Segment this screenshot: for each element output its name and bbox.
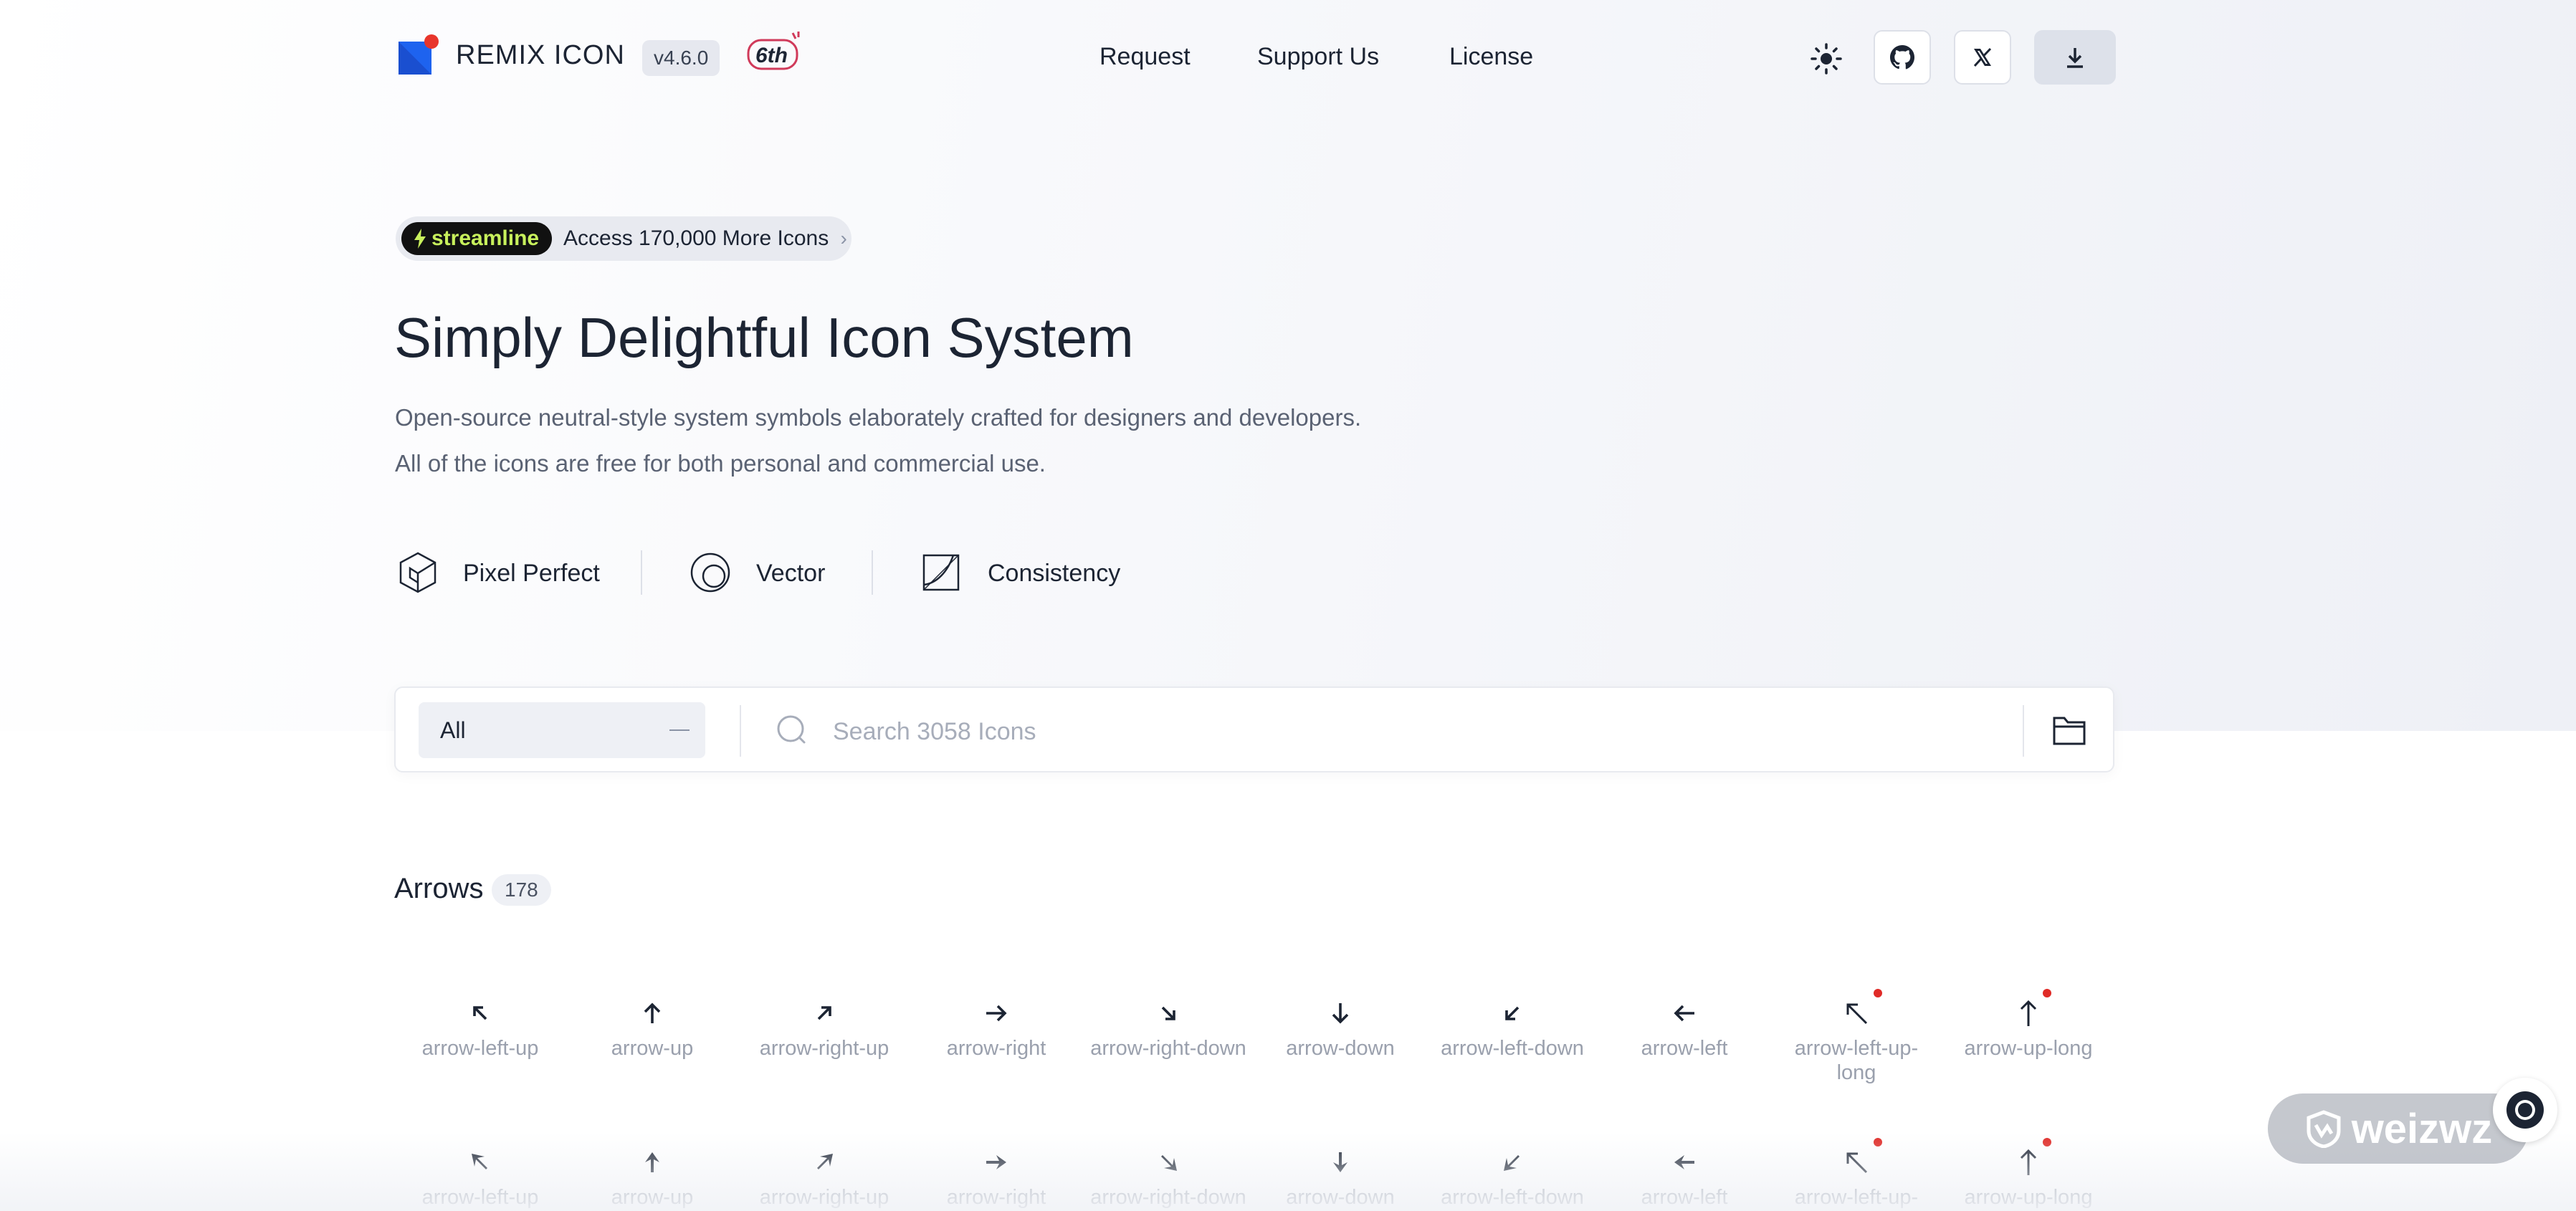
icon-label: arrow-left-up-long xyxy=(1794,1037,1919,1084)
streamline-tag[interactable]: streamline xyxy=(401,222,553,255)
icon-card[interactable]: arrow-right-down xyxy=(1082,999,1254,1061)
icon-card[interactable]: arrow-left-up-long xyxy=(1770,989,1942,1085)
feature-pixel-perfect: Pixel Perfect xyxy=(463,560,600,587)
icon-label: arrow-left-down xyxy=(1441,1037,1584,1060)
vector-circle-icon xyxy=(690,552,730,593)
camera-lens-icon[interactable] xyxy=(2493,1078,2557,1142)
theme-toggle-sun-icon[interactable] xyxy=(1809,42,1843,76)
icon-label: arrow-right xyxy=(946,1037,1046,1060)
hero-description-2: All of the icons are free for both perso… xyxy=(395,450,1046,477)
search-icon xyxy=(777,715,806,744)
download-icon xyxy=(2067,48,2083,68)
search-divider xyxy=(740,705,741,757)
arrow-left-down-icon xyxy=(1505,1006,1520,1020)
folder-icon[interactable] xyxy=(2051,714,2087,747)
download-button[interactable] xyxy=(2034,30,2116,85)
icon-label: arrow-left xyxy=(1641,1037,1728,1060)
consistency-grid-icon xyxy=(922,554,960,591)
promo-text[interactable]: Access 170,000 More Icons › xyxy=(563,226,847,251)
feature-divider xyxy=(872,550,873,595)
nav-license[interactable]: License xyxy=(1449,43,1533,71)
arrow-down-icon xyxy=(1332,1003,1349,1024)
lightning-icon xyxy=(414,229,426,249)
icon-card[interactable]: arrow-right xyxy=(910,999,1082,1061)
icon-card[interactable]: arrow-left-down xyxy=(1426,999,1598,1061)
icon-card[interactable]: arrow-right-up xyxy=(738,999,910,1061)
category-select-value: All xyxy=(440,717,466,743)
svg-text:6th: 6th xyxy=(755,44,788,67)
x-logo-icon xyxy=(1973,47,1992,67)
brand-name[interactable]: REMIX ICON xyxy=(456,40,625,71)
chevron-right-icon: › xyxy=(840,227,847,249)
arrow-up-long-icon xyxy=(2020,1000,2037,1026)
github-icon xyxy=(1890,45,1914,70)
github-button[interactable] xyxy=(1874,30,1931,85)
section-count-badge: 178 xyxy=(492,874,551,906)
search-input[interactable] xyxy=(831,709,1981,754)
section-title: Arrows xyxy=(394,873,484,904)
new-indicator-dot xyxy=(2043,989,2051,997)
scroll-fade xyxy=(0,1132,2576,1211)
feature-vector: Vector xyxy=(756,560,826,587)
hero-description-1: Open-source neutral-style system symbols… xyxy=(395,404,1362,431)
arrow-left-up-icon xyxy=(473,1006,487,1020)
icon-label: arrow-down xyxy=(1286,1037,1395,1060)
icon-card[interactable]: arrow-left xyxy=(1598,999,1770,1061)
select-indicator-icon xyxy=(669,729,690,731)
lens-icon xyxy=(2506,1091,2544,1129)
promo-label: Access 170,000 More Icons xyxy=(563,226,829,250)
arrow-right-up-icon xyxy=(817,1006,831,1020)
icon-card[interactable]: arrow-left-up xyxy=(394,999,566,1061)
feature-consistency: Consistency xyxy=(988,560,1121,587)
icon-card[interactable]: arrow-up-long xyxy=(1942,989,2114,1061)
watermark: weizwz xyxy=(2268,1093,2529,1164)
icon-label: arrow-right-down xyxy=(1090,1037,1246,1060)
pixel-perfect-cube-icon xyxy=(399,552,437,593)
sixth-anniversary-badge: 6th xyxy=(747,32,800,70)
streamline-label: streamline xyxy=(431,226,540,250)
arrow-up-icon xyxy=(644,1002,661,1023)
search-divider xyxy=(2023,705,2024,757)
watermark-text: weizwz xyxy=(2351,1105,2493,1152)
watermark-logo-icon xyxy=(2307,1110,2341,1148)
arrow-right-icon xyxy=(986,1005,1007,1022)
page-title: Simply Delightful Icon System xyxy=(394,306,1134,369)
version-badge: v4.6.0 xyxy=(642,40,720,76)
icon-label: arrow-up-long xyxy=(1964,1037,2093,1060)
hero-background xyxy=(0,0,2576,731)
icon-card[interactable]: arrow-up xyxy=(566,999,738,1061)
icon-label: arrow-right-up xyxy=(759,1037,889,1060)
arrow-right-down-icon xyxy=(1161,1006,1175,1020)
new-indicator-dot xyxy=(1874,989,1882,997)
nav-support-us[interactable]: Support Us xyxy=(1257,43,1379,71)
feature-divider xyxy=(641,550,642,595)
nav-request[interactable]: Request xyxy=(1099,43,1191,71)
x-twitter-button[interactable] xyxy=(1954,30,2011,85)
arrow-left-up-long-icon xyxy=(1846,1003,1868,1025)
icon-label: arrow-up xyxy=(611,1037,694,1060)
remix-logo-icon[interactable] xyxy=(399,34,439,75)
icon-label: arrow-left-up xyxy=(421,1037,539,1060)
arrow-left-icon xyxy=(1674,1005,1694,1022)
icon-card[interactable]: arrow-down xyxy=(1254,999,1426,1061)
